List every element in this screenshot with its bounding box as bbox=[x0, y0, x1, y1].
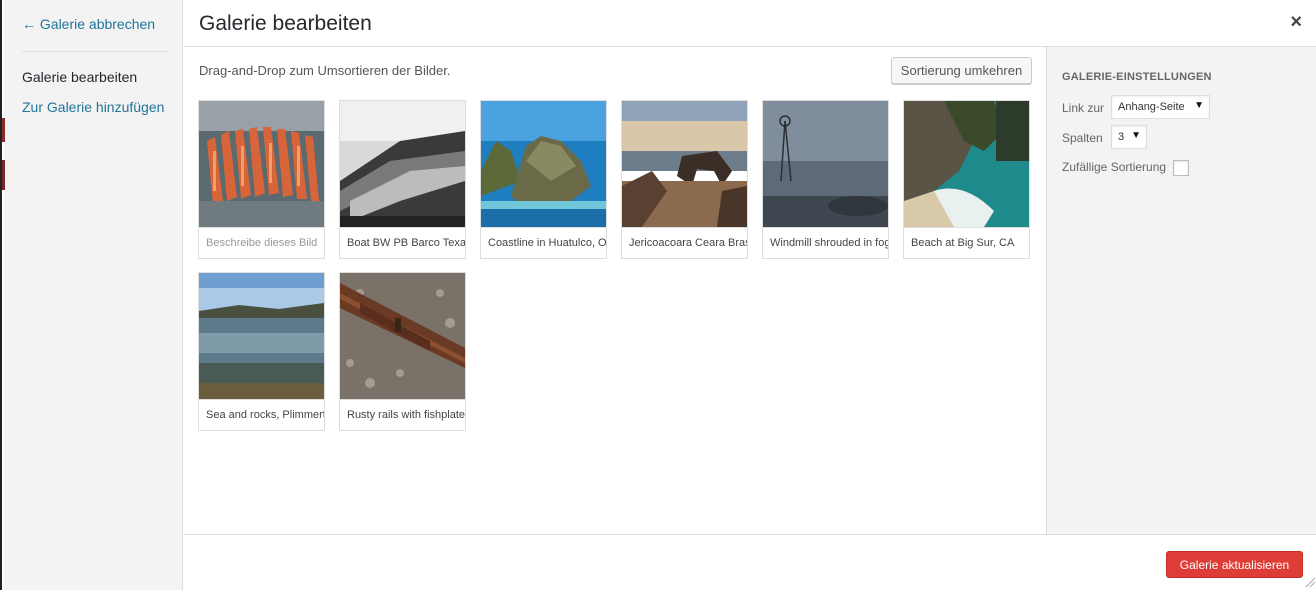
settings-heading: GALERIE-EINSTELLUNGEN bbox=[1062, 71, 1212, 83]
background-edge bbox=[2, 160, 5, 190]
gallery-item[interactable]: Jericoacoara Ceara Brasil bbox=[621, 100, 748, 259]
menu-item-edit-gallery[interactable]: Galerie bearbeiten bbox=[22, 69, 137, 85]
dropdown-arrow-icon: ▼ bbox=[1194, 100, 1204, 111]
windmill-photo[interactable] bbox=[763, 101, 888, 227]
resize-handle-icon[interactable] bbox=[1304, 576, 1316, 588]
gallery-content: Drag-and-Drop zum Umsortieren der Bilder… bbox=[184, 47, 1046, 534]
columns-value: 3 bbox=[1118, 131, 1125, 143]
beach-photo[interactable] bbox=[904, 101, 1029, 227]
gallery-item[interactable]: Boat BW PB Barco Texas bbox=[339, 100, 466, 259]
gallery-item[interactable]: Rusty rails with fishplate bbox=[339, 272, 466, 431]
media-modal: ← Galerie abbrechen Galerie bearbeiten Z… bbox=[0, 0, 1316, 590]
gallery-item[interactable]: Beschreibe dieses Bild bbox=[198, 100, 325, 259]
update-gallery-button[interactable]: Galerie aktualisieren bbox=[1166, 551, 1303, 578]
link-to-label: Link zur bbox=[1062, 101, 1105, 115]
image-caption-input[interactable]: Beschreibe dieses Bild bbox=[199, 227, 324, 258]
columns-select[interactable]: 3 ▼ bbox=[1111, 125, 1147, 149]
red-sticks-photo[interactable] bbox=[199, 101, 324, 227]
dropdown-arrow-icon: ▼ bbox=[1131, 130, 1141, 141]
coastline-photo[interactable] bbox=[481, 101, 606, 227]
gallery-item[interactable]: Sea and rocks, Plimmerton bbox=[198, 272, 325, 431]
image-caption-input[interactable]: Windmill shrouded in fog bbox=[763, 227, 888, 258]
gallery-item[interactable]: Windmill shrouded in fog bbox=[762, 100, 889, 259]
image-caption-input[interactable]: Boat BW PB Barco Texas bbox=[340, 227, 465, 258]
gallery-item[interactable]: Coastline in Huatulco, Oaxaca bbox=[480, 100, 607, 259]
columns-label: Spalten bbox=[1062, 131, 1103, 145]
cancel-gallery-link[interactable]: ← Galerie abbrechen bbox=[22, 16, 155, 32]
modal-title-bar: Galerie bearbeiten × bbox=[184, 0, 1316, 47]
image-caption-input[interactable]: Coastline in Huatulco, Oaxaca bbox=[481, 227, 606, 258]
boat-bw-photo[interactable] bbox=[340, 101, 465, 227]
image-caption-input[interactable]: Beach at Big Sur, CA bbox=[904, 227, 1029, 258]
gallery-item[interactable]: Beach at Big Sur, CA bbox=[903, 100, 1030, 259]
close-icon[interactable]: × bbox=[1290, 12, 1302, 32]
link-to-select[interactable]: Anhang-Seite ▼ bbox=[1111, 95, 1210, 119]
sea-rocks-photo[interactable] bbox=[199, 273, 324, 399]
image-caption-input[interactable]: Jericoacoara Ceara Brasil bbox=[622, 227, 747, 258]
link-to-value: Anhang-Seite bbox=[1118, 101, 1185, 113]
reverse-order-button[interactable]: Sortierung umkehren bbox=[891, 57, 1032, 84]
menu-separator bbox=[22, 51, 167, 52]
rusty-rails-photo[interactable] bbox=[340, 273, 465, 399]
media-menu: ← Galerie abbrechen Galerie bearbeiten Z… bbox=[2, 0, 183, 590]
image-caption-input[interactable]: Rusty rails with fishplate bbox=[340, 399, 465, 430]
rock-arch-photo[interactable] bbox=[622, 101, 747, 227]
modal-toolbar: Galerie aktualisieren bbox=[184, 534, 1316, 590]
menu-item-add-to-gallery[interactable]: Zur Galerie hinzufügen bbox=[22, 99, 164, 115]
instructions-text: Drag-and-Drop zum Umsortieren der Bilder… bbox=[199, 63, 451, 78]
background-edge bbox=[2, 118, 5, 142]
page-title: Galerie bearbeiten bbox=[199, 12, 372, 35]
random-order-checkbox[interactable] bbox=[1173, 160, 1189, 176]
random-order-label: Zufällige Sortierung bbox=[1062, 160, 1167, 174]
gallery-settings-panel: GALERIE-EINSTELLUNGEN Link zur Anhang-Se… bbox=[1046, 47, 1316, 534]
image-caption-input[interactable]: Sea and rocks, Plimmerton bbox=[199, 399, 324, 430]
